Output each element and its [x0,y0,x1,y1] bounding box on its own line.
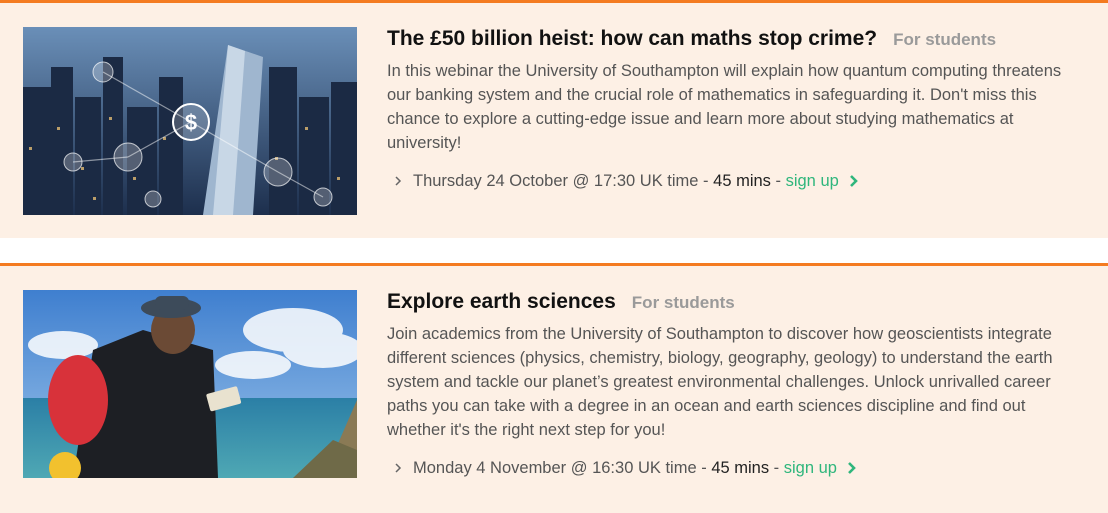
separator: - [770,171,786,190]
audience-tag: For students [893,30,997,49]
event-image-earth-sciences[interactable] [23,290,357,478]
chevron-right-icon [395,463,402,473]
separator: - [696,458,712,477]
geoscientist-coast-photo [23,290,357,478]
event-meta: Monday 4 November @ 16:30 UK time - 45 m… [387,456,1087,480]
sign-up-link[interactable]: sign up [786,172,861,191]
event-description: Join academics from the University of So… [387,325,1053,439]
event-description: In this webinar the University of Southa… [387,62,1062,152]
separator: - [698,171,714,190]
event-date: Monday 4 November @ 16:30 UK time [413,458,697,477]
audience-tag: For students [631,293,735,312]
event-title[interactable]: The £50 billion heist: how can maths sto… [387,27,877,51]
event-card: Explore earth sciences For students Join… [0,263,1108,513]
sign-up-link[interactable]: sign up [784,459,859,478]
sign-up-label: sign up [785,171,839,190]
event-duration: 45 mins [711,458,770,477]
event-title[interactable]: Explore earth sciences [387,290,616,314]
sign-up-label: sign up [783,458,837,477]
chevron-right-icon [849,175,858,187]
event-duration: 45 mins [713,171,771,190]
svg-text:$: $ [185,110,197,135]
chevron-right-icon [848,462,856,474]
event-date: Thursday 24 October @ 17:30 UK time [413,171,699,190]
city-finance-illustration: $ [23,27,357,215]
separator: - [769,458,784,477]
chevron-right-icon [395,176,402,186]
event-meta: Thursday 24 October @ 17:30 UK time - 45… [387,169,1087,193]
event-image-city-finance[interactable]: $ [23,27,357,215]
event-card: $ The £50 billion heist: how can maths s… [0,0,1108,238]
